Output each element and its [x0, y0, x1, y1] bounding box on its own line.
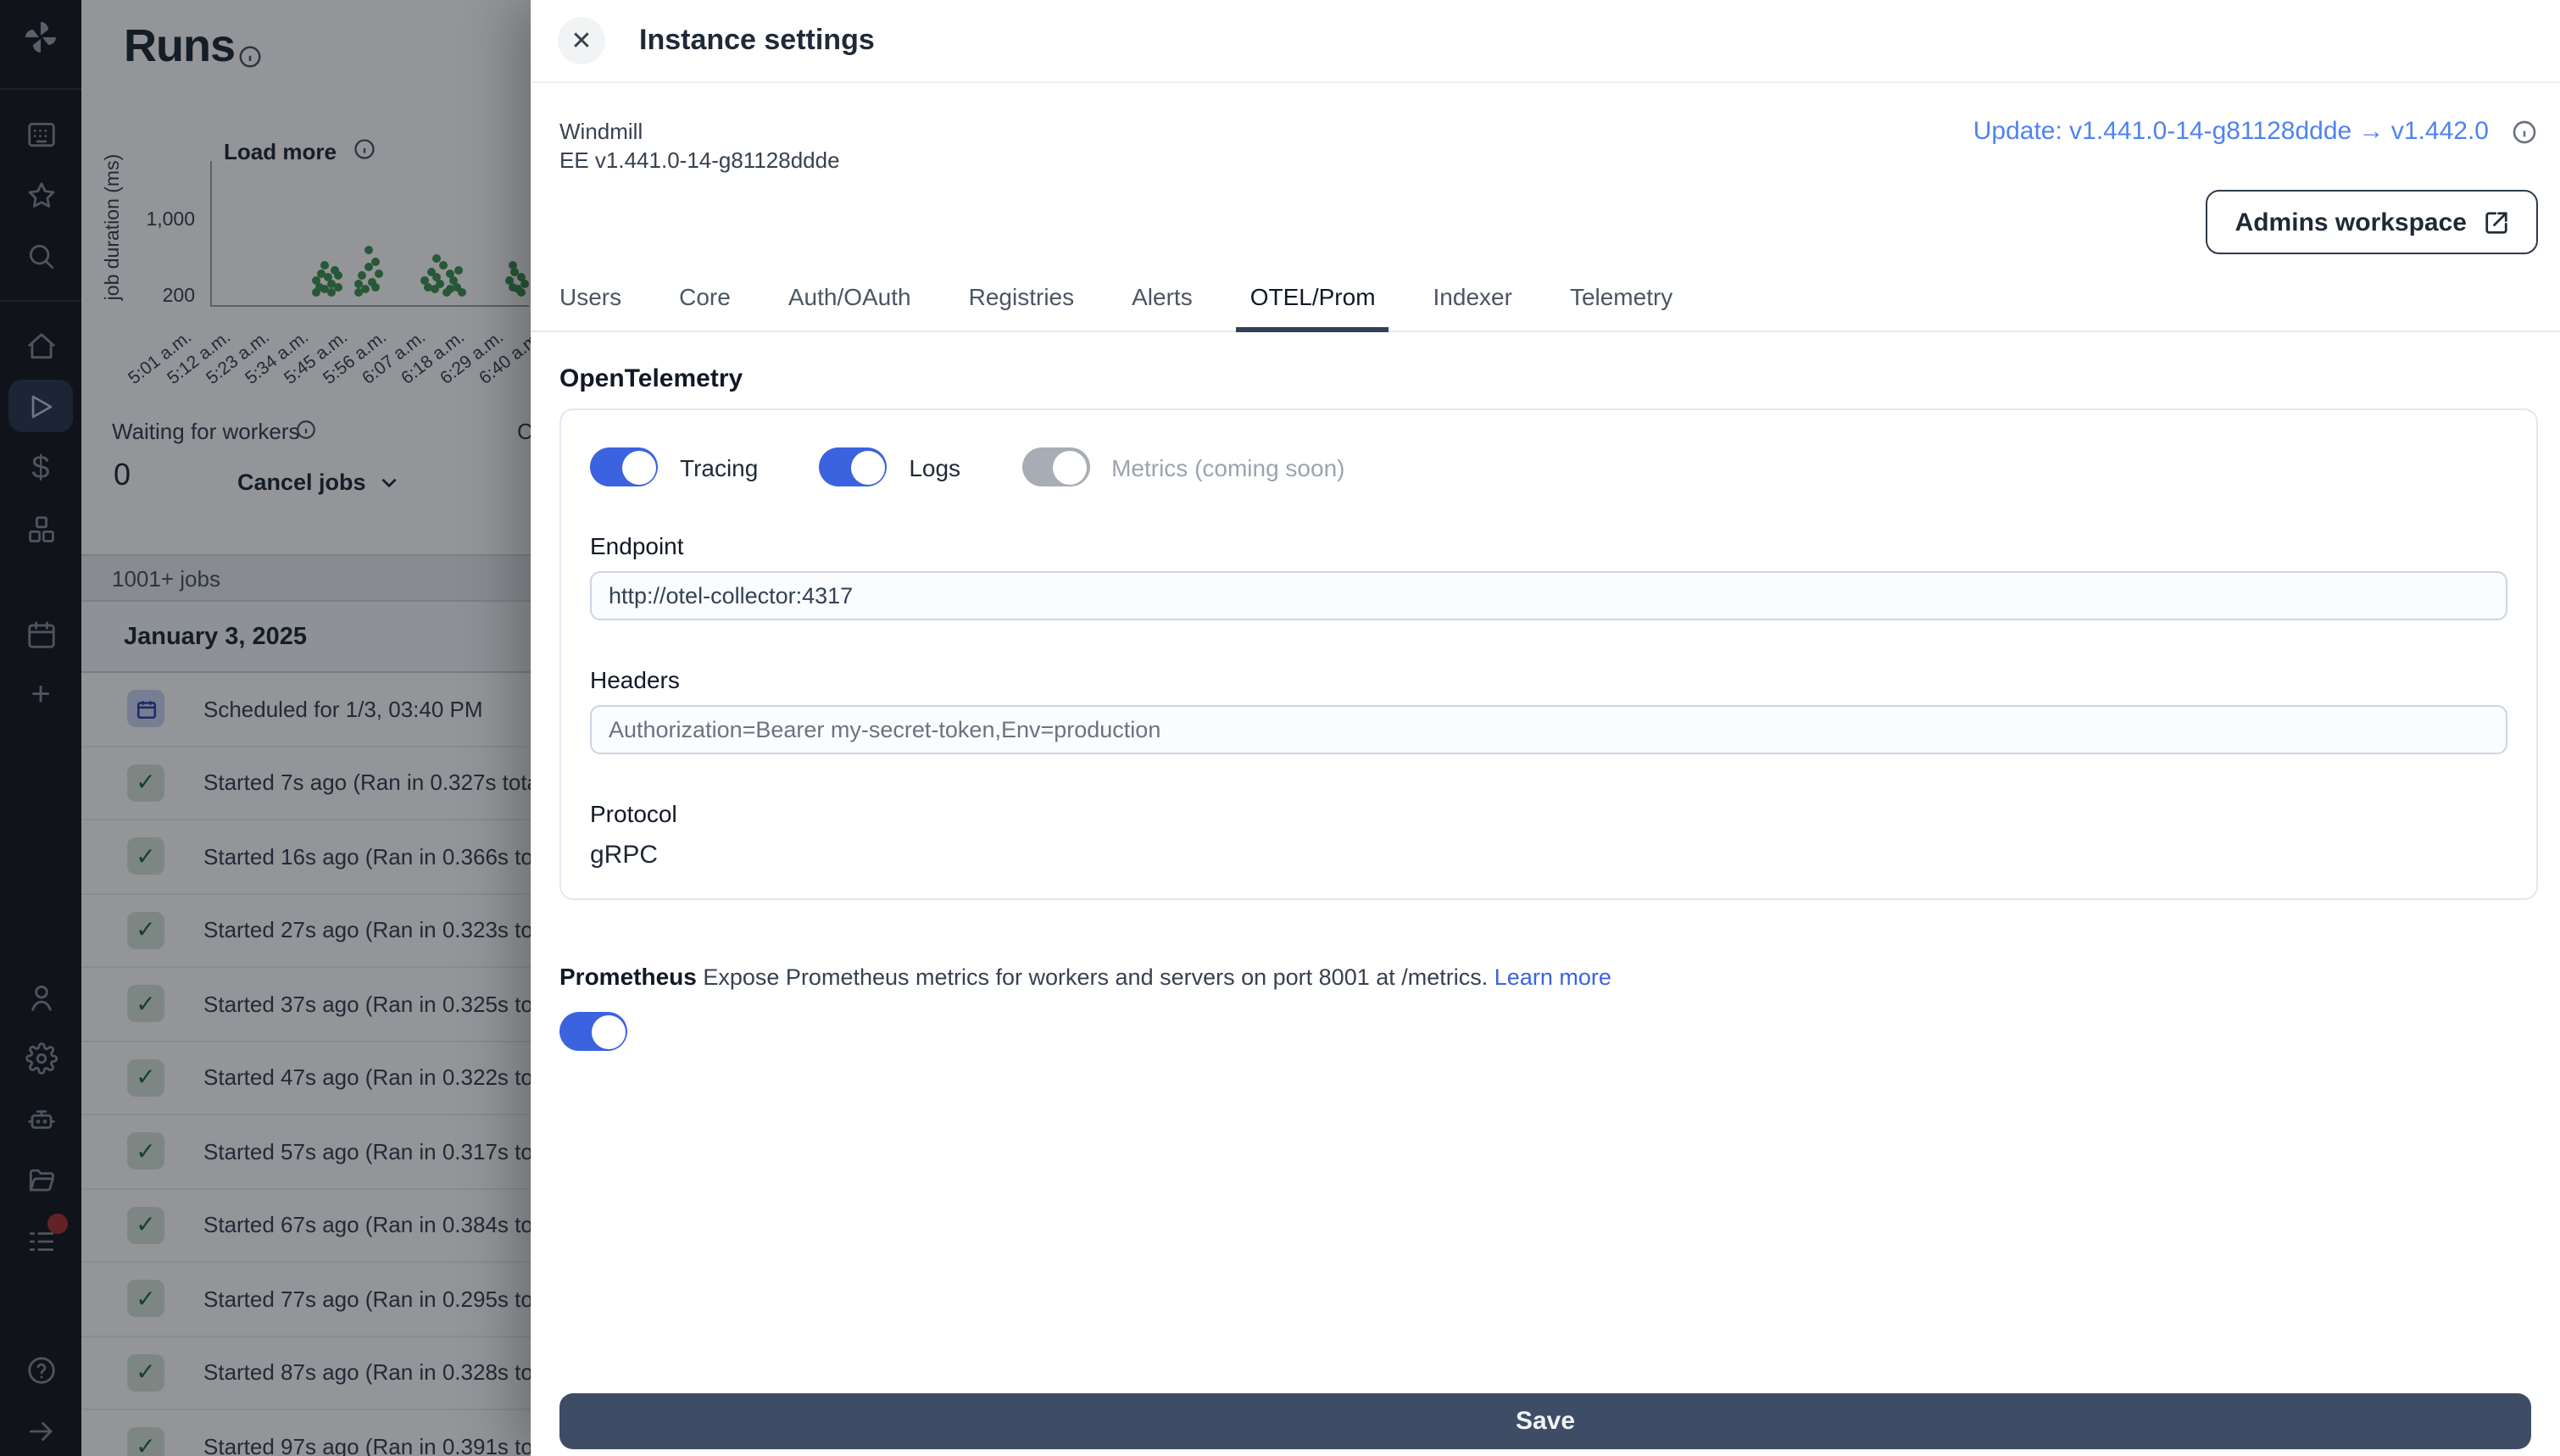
toggle-label: Metrics (coming soon) [1111, 453, 1345, 481]
toggle-metrics [1021, 447, 1090, 486]
otel-toggle-row: Tracing Logs Metrics (coming soon) [590, 447, 2507, 486]
endpoint-label: Endpoint [590, 532, 684, 559]
save-button[interactable]: Save [559, 1393, 2531, 1449]
settings-tabs: Users Core Auth/OAuth Registries Alerts OTEL/… [531, 283, 2560, 332]
info-icon[interactable] [2511, 118, 2538, 145]
tab-alerts[interactable]: Alerts [1132, 283, 1193, 331]
update-link[interactable]: Update: v1.441.0-14-g81128ddde → v1.442.… [1973, 117, 2489, 146]
prometheus-title: Prometheus [559, 963, 697, 990]
app-version: Windmill EE v1.441.0-14-g81128ddde [559, 119, 840, 173]
headers-label: Headers [590, 666, 680, 693]
protocol-value: gRPC [590, 841, 659, 870]
instance-settings-modal: ✕ Instance settings Windmill EE v1.441.0… [531, 0, 2560, 1456]
app-stage: $ + Runs Load more job duration (ms) 1,0… [0, 0, 2560, 1456]
headers-input[interactable] [590, 705, 2507, 754]
endpoint-input[interactable] [590, 571, 2507, 620]
version-row: Windmill EE v1.441.0-14-g81128ddde Updat… [531, 83, 2560, 175]
toggle-tracing[interactable] [590, 447, 658, 486]
otel-section-title: OpenTelemetry [559, 364, 743, 393]
protocol-label: Protocol [590, 800, 677, 827]
tab-core[interactable]: Core [679, 283, 731, 331]
toggle-label: Logs [909, 453, 961, 481]
otel-card: Tracing Logs Metrics (coming soon) Endpoin… [559, 408, 2538, 900]
toggle-logs[interactable] [819, 447, 888, 486]
close-icon[interactable]: ✕ [558, 17, 605, 64]
prometheus-description: Expose Prometheus metrics for workers an… [703, 964, 1489, 990]
tab-indexer[interactable]: Indexer [1433, 283, 1512, 331]
modal-backdrop[interactable] [0, 0, 531, 1456]
external-link-icon [2485, 211, 2507, 233]
toggle-label: Tracing [680, 453, 759, 481]
modal-title: Instance settings [639, 24, 875, 56]
prometheus-section: Prometheus Expose Prometheus metrics for… [559, 963, 2531, 990]
tab-users[interactable]: Users [559, 283, 621, 331]
admins-workspace-label: Admins workspace [2234, 208, 2467, 236]
admins-workspace-button[interactable]: Admins workspace [2206, 190, 2538, 254]
tab-otel-prom[interactable]: OTEL/Prom [1236, 283, 1389, 332]
tab-registries[interactable]: Registries [969, 283, 1075, 331]
modal-header: ✕ Instance settings [531, 0, 2560, 83]
prometheus-toggle[interactable] [559, 1012, 627, 1051]
tab-telemetry[interactable]: Telemetry [1570, 283, 1672, 331]
tab-auth-oauth[interactable]: Auth/OAuth [788, 283, 911, 331]
learn-more-link[interactable]: Learn more [1494, 964, 1611, 990]
